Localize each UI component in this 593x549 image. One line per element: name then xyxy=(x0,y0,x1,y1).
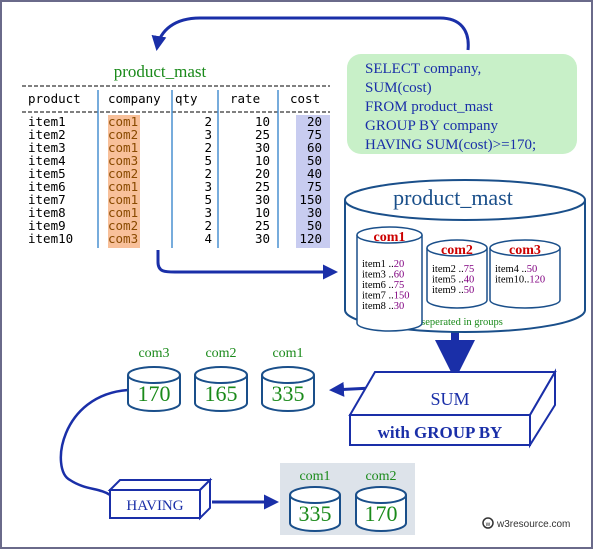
group-name: com2 xyxy=(441,243,473,258)
group-item: item10..120 xyxy=(495,275,545,286)
company-label: com3 xyxy=(138,346,169,361)
sql-line: GROUP BY company xyxy=(365,118,499,134)
having-label: HAVING xyxy=(126,498,183,514)
company-label: com1 xyxy=(272,346,303,361)
column-header-rate: rate xyxy=(230,91,260,106)
table-cell: 120 xyxy=(299,231,322,246)
table-cell: 30 xyxy=(255,231,270,246)
sum-label: SUM xyxy=(430,389,469,409)
column-header-cost: cost xyxy=(290,91,320,106)
column-header-product: product xyxy=(28,91,81,106)
sql-line: SUM(cost) xyxy=(365,80,432,96)
sum-cylinders: 170 com3 165 com2 335 com1 xyxy=(127,346,315,412)
diagram: product_mast product company qty rate cost it… xyxy=(0,0,593,549)
column-header-qty: qty xyxy=(175,91,198,106)
company-label: com1 xyxy=(299,469,330,484)
group-item: item9 ..50 xyxy=(432,285,474,296)
database-title: product_mast xyxy=(393,185,513,210)
svg-text:w3resource.com: w3resource.com xyxy=(496,519,570,530)
sum-group-by-box: SUM with GROUP BY xyxy=(348,368,557,449)
having-box: HAVING xyxy=(107,477,213,521)
column-header-company: company xyxy=(108,91,161,106)
group-cylinder-com3: com3 item4 ..50item10..120 xyxy=(489,239,561,309)
sum-value: 170 xyxy=(365,501,398,526)
company-label: com2 xyxy=(365,469,396,484)
table-cell: item10 xyxy=(28,231,73,246)
group-cylinder-com1: com1 item1 ..20item3 ..60item6 ..75item7 … xyxy=(356,226,423,332)
w3resource-logo: w w3resource.com xyxy=(482,517,570,530)
table-cell: com3 xyxy=(108,231,138,246)
database-caption: seperated in groups xyxy=(421,317,503,328)
table-cell: 4 xyxy=(204,231,212,246)
sql-line: HAVING SUM(cost)>=170; xyxy=(365,137,536,153)
sum-value: 335 xyxy=(272,381,305,406)
group-item: item1 ..20 xyxy=(362,259,404,270)
group-cylinder-com2: com2 item2 ..75item5 ..40item9 ..50 xyxy=(426,239,488,309)
group-by-label: with GROUP BY xyxy=(378,423,503,442)
group-item: item4 ..50 xyxy=(495,264,537,275)
sql-line: FROM product_mast xyxy=(365,99,494,115)
diagram-canvas: product_mast product company qty rate cost it… xyxy=(0,0,593,549)
group-name: com3 xyxy=(509,243,541,258)
group-item: item6 ..75 xyxy=(362,280,404,291)
svg-text:w: w xyxy=(486,521,491,528)
company-label: com2 xyxy=(205,346,236,361)
group-item: item3 ..60 xyxy=(362,270,404,281)
sum-value: 170 xyxy=(138,381,171,406)
group-item: item5 ..40 xyxy=(432,275,474,286)
sum-value: 335 xyxy=(299,501,332,526)
group-item: item2 ..75 xyxy=(432,264,474,275)
group-item: item7 ..150 xyxy=(362,291,410,302)
sql-line: SELECT company, xyxy=(365,61,481,77)
group-item: item8 ..30 xyxy=(362,301,404,312)
sum-value: 165 xyxy=(205,381,238,406)
table-title: product_mast xyxy=(114,62,207,81)
group-name: com1 xyxy=(374,230,406,245)
